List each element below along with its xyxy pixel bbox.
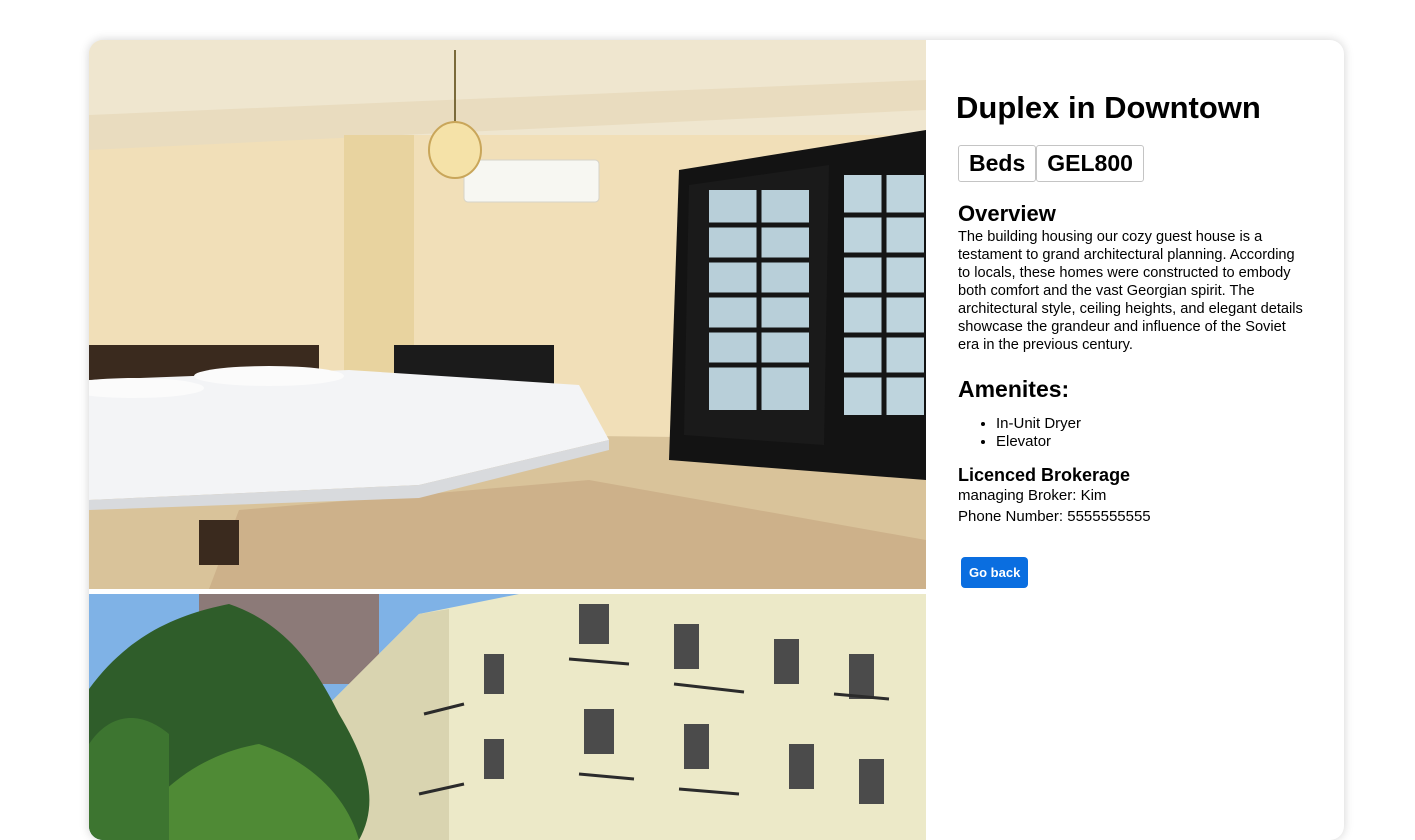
bedroom-photo bbox=[89, 40, 926, 589]
overview-heading: Overview bbox=[958, 201, 1056, 226]
amenities-list: In-Unit Dryer Elevator bbox=[996, 415, 1316, 451]
price-badge: GEL800 bbox=[1036, 145, 1144, 182]
listing-card: Duplex in Downtown Beds GEL800 Overview … bbox=[89, 40, 1344, 840]
amenity-item: In-Unit Dryer bbox=[996, 415, 1316, 433]
photo-gallery bbox=[89, 40, 926, 840]
listing-info: Duplex in Downtown Beds GEL800 Overview … bbox=[956, 88, 1316, 588]
broker-name: managing Broker: Kim bbox=[958, 487, 1107, 504]
beds-badge: Beds bbox=[958, 145, 1037, 182]
go-back-button[interactable]: Go back bbox=[961, 557, 1029, 588]
amenity-item: Elevator bbox=[996, 433, 1316, 451]
building-photo bbox=[89, 594, 926, 840]
listing-badges: Beds GEL800 bbox=[958, 145, 1316, 182]
broker-phone: Phone Number: 5555555555 bbox=[958, 508, 1151, 525]
brokerage-heading: Licenced Brokerage bbox=[958, 465, 1131, 485]
overview-text: The building housing our cozy guest hous… bbox=[958, 229, 1303, 353]
amenities-heading: Amenites: bbox=[958, 376, 1070, 402]
listing-title: Duplex in Downtown bbox=[956, 90, 1261, 125]
